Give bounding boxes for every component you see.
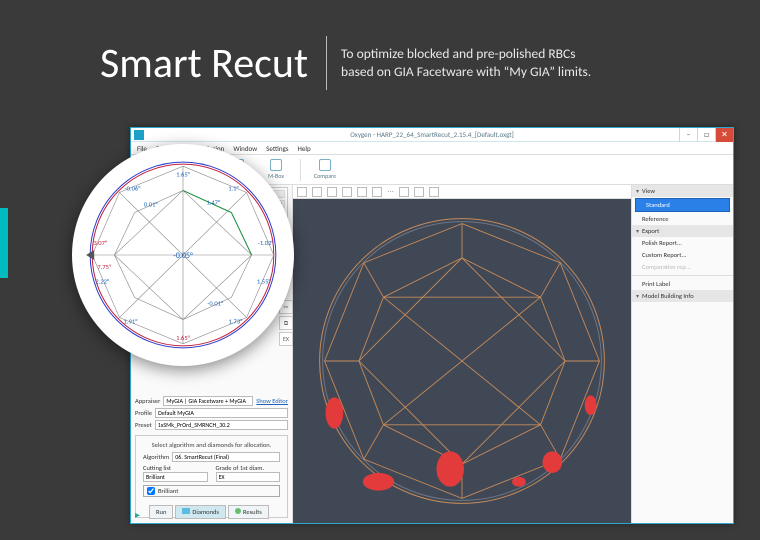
profile-field[interactable] (155, 408, 288, 418)
diamond-checkbox-row[interactable]: Brilliant (143, 485, 280, 497)
view-group-header[interactable]: View (632, 185, 733, 197)
grade-field[interactable] (216, 472, 281, 482)
wireframe-view (293, 199, 631, 523)
cutting-label: Cutting list (143, 464, 208, 472)
view-item-reference[interactable]: Reference (632, 213, 733, 225)
svg-text:1.91°: 1.91° (124, 318, 139, 326)
ctool-6[interactable] (399, 187, 409, 197)
hero-subtitle: To optimize blocked and pre-polished RBC… (327, 45, 591, 81)
profile-row: Profile (131, 407, 292, 419)
bottom-tabs: ▶ Run Diamonds Results (131, 505, 292, 519)
close-button[interactable]: ✕ (715, 128, 733, 142)
export-group-header[interactable]: Export (632, 225, 733, 237)
maximize-button[interactable]: □ (697, 128, 715, 142)
svg-text:3.07°: 3.07° (93, 239, 108, 247)
window-buttons: – □ ✕ (679, 128, 733, 142)
diamond-checkbox-label: Brilliant (158, 487, 178, 495)
ctool-0[interactable] (297, 187, 307, 197)
appraiser-label: Appraiser (135, 397, 160, 405)
svg-text:1.55°: 1.55° (257, 277, 272, 285)
minimize-button[interactable]: – (679, 128, 697, 142)
svg-text:7.75°: 7.75° (97, 263, 112, 271)
print-label[interactable]: Print Label (632, 278, 733, 290)
accent-bar (0, 208, 8, 278)
svg-text:1.65°: 1.65° (176, 334, 191, 342)
results-icon (235, 508, 241, 514)
ctool-7[interactable] (414, 187, 424, 197)
diamond-checkbox[interactable] (147, 487, 155, 495)
tab-diamonds[interactable]: Diamonds (175, 505, 226, 519)
tab-results[interactable]: Results (228, 505, 269, 519)
hero-subtitle-line2: based on GIA Facetware with “My GIA” lim… (341, 63, 591, 81)
show-editor-link[interactable]: Show Editor (256, 397, 288, 405)
export-polish[interactable]: Polish Report... (632, 237, 733, 249)
hero: Smart Recut To optimize blocked and pre-… (100, 36, 740, 90)
svg-text:1.65°: 1.65° (176, 170, 191, 178)
compare-icon (319, 159, 331, 171)
svg-text:1.1°: 1.1° (228, 184, 239, 192)
diagram-center-value: -0.05° (173, 251, 193, 261)
cutting-field[interactable] (143, 472, 208, 482)
hero-subtitle-line1: To optimize blocked and pre-polished RBC… (341, 45, 591, 63)
app-logo-icon (134, 130, 144, 140)
preset-field[interactable] (155, 420, 288, 430)
toolbar-compare[interactable]: Compare (311, 157, 339, 183)
titlebar: Oxygen - HARP_22_64_SmartRecut_2.15.4_[D… (131, 128, 733, 142)
tab-run[interactable]: Run (149, 505, 173, 519)
run-icon: ▶ (135, 511, 147, 519)
algorithm-field[interactable] (172, 452, 280, 462)
ctool-4[interactable] (357, 187, 367, 197)
right-pane: View Standard Reference Export Polish Re… (631, 185, 733, 523)
svg-text:-0.06°: -0.06° (125, 184, 142, 192)
allocation-header: Select algorithm and diamonds for alloca… (139, 439, 284, 451)
svg-text:0.01°: 0.01° (144, 201, 159, 209)
svg-text:1.73°: 1.73° (229, 318, 244, 326)
svg-text:2.22°: 2.22° (95, 277, 110, 285)
preset-row: Preset (131, 419, 292, 431)
algorithm-label: Algorithm (143, 453, 169, 461)
hero-title: Smart Recut (100, 38, 326, 89)
canvas-toolbar: ⋯ (293, 185, 631, 199)
canvas-area[interactable]: ⋯ (293, 185, 631, 523)
menu-help[interactable]: Help (298, 144, 311, 153)
ctool-1[interactable] (312, 187, 322, 197)
ctool-5[interactable] (372, 187, 382, 197)
toolbar-sep2 (300, 159, 301, 181)
svg-text:-0.01°: -0.01° (207, 299, 224, 307)
export-comparative: Comparative rep... (632, 261, 733, 273)
ctool-3[interactable] (342, 187, 352, 197)
svg-text:-1.02°: -1.02° (258, 239, 275, 247)
model-building-header[interactable]: Model Building Info (632, 290, 733, 302)
window-title: Oxygen - HARP_22_64_SmartRecut_2.15.4_[D… (350, 130, 514, 139)
appraiser-field[interactable] (163, 396, 253, 406)
view-item-standard[interactable]: Standard (635, 198, 730, 212)
preset-label: Preset (135, 421, 152, 429)
ctool-2[interactable] (327, 187, 337, 197)
facet-diagram-overlay: -0.05° 1.65° 1.1° -1.02° 1.55° 1.73° 1.6… (72, 144, 294, 366)
appraiser-row: Appraiser Show Editor (131, 395, 292, 407)
diamond-icon (182, 508, 190, 514)
profile-label: Profile (135, 409, 152, 417)
ctool-8[interactable] (429, 187, 439, 197)
svg-text:1.47°: 1.47° (206, 199, 221, 207)
export-custom[interactable]: Custom Report... (632, 249, 733, 261)
grade-label: Grade of 1st diam. (216, 464, 281, 472)
